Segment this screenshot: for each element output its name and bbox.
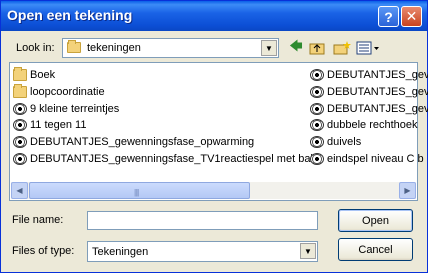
- file-item[interactable]: eindspel niveau C b: [310, 152, 424, 166]
- soccer-ball-icon: [310, 119, 324, 132]
- file-name: DEBUTANTJES_gev: [327, 85, 428, 98]
- look-in-value: tekeningen: [87, 42, 141, 54]
- file-name: loopcoordinatie: [30, 85, 105, 98]
- soccer-ball-icon: [13, 119, 27, 132]
- scroll-left-button[interactable]: ◀: [11, 182, 28, 199]
- file-name: DEBUTANTJES_gev: [327, 69, 428, 81]
- chevron-down-icon[interactable]: ▼: [300, 243, 316, 259]
- help-button[interactable]: ?: [378, 6, 399, 27]
- file-list[interactable]: Boek loopcoordinatie 9 kleine terreintjes 1…: [9, 62, 428, 201]
- file-item[interactable]: DEBUTANTJES_gev: [310, 85, 428, 99]
- close-button[interactable]: ✕: [401, 6, 422, 27]
- soccer-ball-icon: [310, 102, 324, 115]
- file-item[interactable]: DEBUTANTJES_gev: [310, 68, 428, 82]
- view-menu-icon[interactable]: [355, 39, 381, 57]
- back-arrow-icon[interactable]: 🡄: [286, 38, 306, 57]
- file-name: dubbele rechthoek: [327, 119, 418, 132]
- title-bar[interactable]: Open een tekening ? ✕: [1, 1, 427, 31]
- file-name: Boek: [30, 69, 56, 81]
- files-of-type-value: Tekeningen: [92, 246, 149, 258]
- file-name-input[interactable]: [87, 211, 318, 230]
- file-name: DEBUTANTJES_gev: [327, 102, 428, 115]
- file-name: 11 tegen 11: [30, 119, 87, 132]
- file-item[interactable]: 9 kleine terreintjes: [13, 102, 119, 116]
- folder-icon: [13, 83, 27, 98]
- file-item[interactable]: DEBUTANTJES_gewenningsfase_TV1reactiespe…: [13, 152, 313, 166]
- folder-item[interactable]: Boek: [13, 67, 56, 82]
- file-item[interactable]: 11 tegen 11: [13, 118, 86, 132]
- soccer-ball-icon: [310, 69, 324, 81]
- files-of-type-dropdown[interactable]: Tekeningen ▼: [87, 241, 318, 262]
- file-item[interactable]: DEBUTANTJES_gev: [310, 102, 428, 116]
- file-item[interactable]: dubbele rechthoek: [310, 118, 418, 132]
- folder-icon: [67, 40, 81, 53]
- soccer-ball-icon: [13, 102, 27, 115]
- scroll-right-button[interactable]: ▶: [399, 182, 416, 199]
- horizontal-scrollbar[interactable]: ◀ |||| ▶: [11, 182, 416, 199]
- file-name: DEBUTANTJES_gewenningsfase_opwarming: [30, 136, 255, 149]
- soccer-ball-icon: [310, 136, 324, 149]
- open-dialog: Open een tekening ? ✕ Look in: tekeninge…: [0, 0, 428, 273]
- file-name: 9 kleine terreintjes: [30, 102, 120, 115]
- file-item[interactable]: DEBUTANTJES_gewenningsfase_opwarming: [13, 135, 254, 149]
- chevron-down-icon[interactable]: ▼: [261, 40, 277, 56]
- look-in-label: Look in:: [16, 42, 55, 54]
- cancel-button[interactable]: Cancel: [338, 238, 413, 261]
- folder-icon: [13, 67, 27, 81]
- soccer-ball-icon: [310, 153, 324, 165]
- soccer-ball-icon: [13, 136, 27, 149]
- file-name: eindspel niveau C b: [327, 153, 424, 165]
- look-in-dropdown[interactable]: tekeningen ▼: [62, 38, 279, 58]
- new-folder-icon[interactable]: [332, 39, 352, 57]
- dialog-title: Open een tekening: [7, 7, 133, 23]
- open-button[interactable]: Open: [338, 209, 413, 232]
- up-folder-icon[interactable]: [307, 39, 327, 57]
- scroll-thumb[interactable]: ||||: [29, 182, 250, 199]
- files-of-type-label: Files of type:: [12, 245, 75, 257]
- soccer-ball-icon: [13, 153, 27, 165]
- file-name-label: File name:: [12, 214, 64, 226]
- soccer-ball-icon: [310, 85, 324, 98]
- file-item[interactable]: duivels: [310, 135, 361, 149]
- file-name: duivels: [327, 136, 362, 149]
- folder-item[interactable]: loopcoordinatie: [13, 83, 105, 99]
- file-name: DEBUTANTJES_gewenningsfase_TV1reactiespe…: [30, 153, 313, 165]
